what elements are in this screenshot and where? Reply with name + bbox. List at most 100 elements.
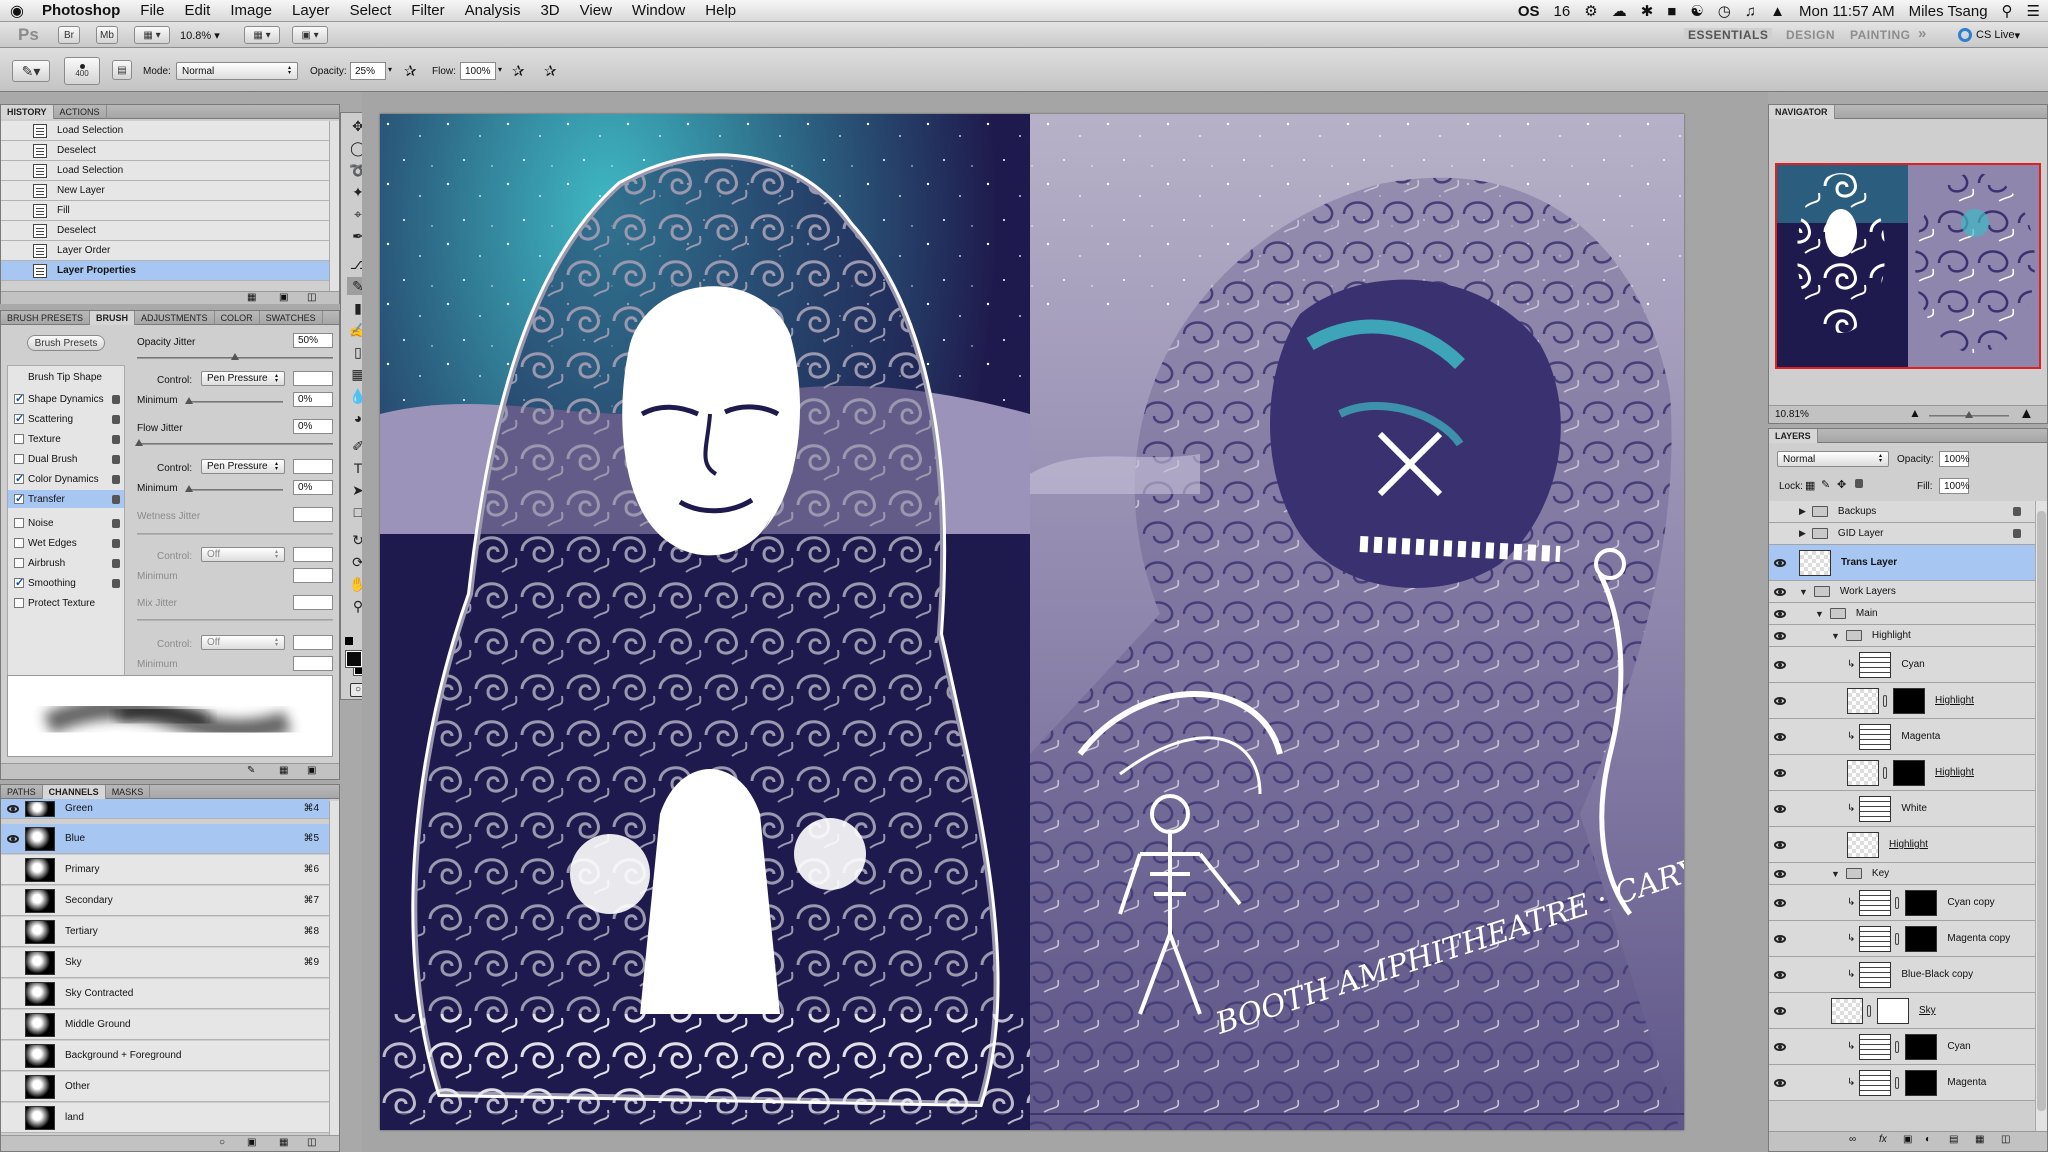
layer-mask-thumbnail[interactable] (1893, 687, 1925, 714)
brush-option-item[interactable]: Protect Texture (8, 594, 124, 612)
layer-name[interactable]: Cyan copy (1947, 897, 2035, 908)
layer-name[interactable]: Highlight (1889, 839, 2035, 850)
layer-visibility-toggle[interactable] (1769, 631, 1791, 640)
brush-option-checkbox[interactable] (14, 558, 24, 568)
layer-row[interactable]: ↳ Cyan copy (1769, 885, 2035, 921)
poster-artwork[interactable]: BOOTH AMPHITHEATRE · CARY NC · JUNE 15 2… (380, 114, 1684, 1130)
control-select-2[interactable]: Pen Pressure (201, 459, 285, 474)
save-selection-channel-icon[interactable]: ▣ (247, 1137, 256, 1148)
navigator-preview[interactable] (1775, 163, 2041, 369)
delete-layer-icon[interactable]: ◫ (2001, 1134, 2010, 1145)
bridge-button[interactable]: Br (58, 26, 80, 44)
minimum-slider-2[interactable] (185, 485, 283, 492)
mask-link-icon[interactable] (1883, 694, 1887, 707)
tab-masks[interactable]: MASKS (106, 785, 151, 799)
tab-paths[interactable]: PATHS (1, 785, 43, 799)
layer-name[interactable]: White (1901, 803, 2035, 814)
brush-option-checkbox[interactable] (14, 392, 24, 405)
layer-group-row[interactable]: ▼ Work Layers (1769, 581, 2035, 603)
mask-link-icon[interactable] (1895, 932, 1900, 945)
pressure-opacity-icon[interactable]: ✰ (404, 62, 417, 80)
control-select-1[interactable]: Pen Pressure (201, 371, 285, 386)
gear-icon[interactable]: ⚙ (1584, 2, 1597, 20)
layer-row[interactable]: Trans Layer (1769, 545, 2035, 581)
brush-option-item[interactable]: Shape Dynamics (8, 390, 124, 408)
layer-name[interactable]: GID Layer (1838, 528, 2013, 539)
mask-link-icon[interactable] (1895, 896, 1900, 909)
brush-option-checkbox[interactable] (14, 538, 24, 548)
opacity-jitter-slider[interactable] (137, 353, 333, 360)
airbrush-icon[interactable]: ✰ (512, 62, 525, 80)
menu-3d[interactable]: 3D (540, 2, 559, 19)
workspace-essentials[interactable]: ESSENTIALS (1684, 28, 1773, 42)
screen-mode-button[interactable]: ▣ ▾ (292, 26, 328, 44)
control-input-2[interactable] (293, 459, 333, 474)
link-layers-icon[interactable]: ∞ (1849, 1134, 1856, 1145)
new-layer-icon[interactable]: ▦ (1975, 1134, 1984, 1145)
layer-row[interactable]: ↳ Cyan (1769, 1029, 2035, 1065)
add-mask-icon[interactable]: ▣ (1903, 1134, 1912, 1145)
brush-option-checkbox[interactable] (14, 412, 24, 425)
brush-option-item[interactable]: Scattering (8, 410, 124, 428)
load-channel-selection-icon[interactable]: ○ (219, 1137, 225, 1148)
layer-mask-thumbnail[interactable] (1893, 759, 1925, 786)
list-icon[interactable]: ☰ (2027, 2, 2040, 20)
layer-blend-mode-select[interactable]: Normal (1777, 451, 1889, 467)
layer-name[interactable]: Sky (1919, 1005, 2035, 1016)
flow-jitter-slider[interactable] (135, 439, 333, 446)
clock-icon[interactable]: ◷ (1718, 2, 1731, 20)
status-count[interactable]: 16 (1554, 3, 1571, 20)
lock-icon[interactable] (112, 538, 120, 548)
layer-mask-thumbnail[interactable] (1905, 925, 1938, 952)
expand-arrow-icon[interactable]: ▼ (1831, 869, 1840, 879)
cloud-icon[interactable]: ☁ (1612, 2, 1627, 20)
tab-actions[interactable]: ACTIONS (54, 105, 107, 119)
channel-row[interactable]: land (1, 1103, 329, 1133)
menu-analysis[interactable]: Analysis (465, 2, 521, 19)
brush-option-checkbox[interactable] (14, 454, 24, 464)
lock-icon[interactable] (112, 414, 120, 424)
channel-row[interactable]: Background + Foreground (1, 1041, 329, 1071)
layer-visibility-toggle[interactable] (1769, 840, 1791, 849)
brush-option-item[interactable]: Smoothing (8, 574, 124, 592)
layer-row[interactable]: ↳ Magenta copy (1769, 921, 2035, 957)
layer-group-row[interactable]: ▼ Key (1769, 863, 2035, 885)
tab-swatches[interactable]: SWATCHES (260, 311, 323, 325)
channel-row[interactable]: Blue ⌘5 (1, 824, 329, 854)
layer-name[interactable]: Cyan (1901, 659, 2035, 670)
brush-option-checkbox[interactable] (14, 492, 24, 505)
layer-row[interactable]: ↳ Blue-Black copy (1769, 957, 2035, 993)
lock-position-icon[interactable]: ✥ (1837, 478, 1846, 491)
history-state[interactable]: New Layer (1, 181, 329, 201)
layer-visibility-toggle[interactable] (1769, 869, 1791, 878)
channel-row[interactable]: Other (1, 1072, 329, 1102)
brush-option-item[interactable]: Airbrush (8, 554, 124, 572)
tab-history[interactable]: HISTORY (1, 105, 54, 119)
status-os[interactable]: OS (1518, 3, 1540, 20)
minimum-slider-1[interactable] (185, 397, 283, 404)
lock-icon[interactable] (112, 494, 120, 504)
expand-arrow-icon[interactable]: ▶ (1799, 528, 1806, 539)
channels-scrollbar[interactable] (329, 801, 339, 1135)
menu-image[interactable]: Image (230, 2, 272, 19)
brush-option-checkbox[interactable] (14, 576, 24, 589)
document-canvas-area[interactable]: BOOTH AMPHITHEATRE · CARY NC · JUNE 15 2… (362, 92, 1768, 1152)
layer-mask-thumbnail[interactable] (1905, 1033, 1938, 1060)
new-group-icon[interactable]: ▤ (1949, 1134, 1958, 1145)
mask-link-icon[interactable] (1867, 1004, 1871, 1017)
layer-row[interactable]: Highlight (1769, 827, 2035, 863)
mask-link-icon[interactable] (1895, 1040, 1900, 1053)
tab-channels[interactable]: CHANNELS (42, 785, 106, 799)
brush-option-item[interactable]: Transfer (8, 490, 124, 508)
layer-visibility-toggle[interactable] (1769, 768, 1791, 777)
layer-mask-thumbnail[interactable] (1905, 889, 1938, 916)
history-state[interactable]: Layer Order (1, 241, 329, 261)
layer-name[interactable]: Key (1872, 868, 2035, 879)
menu-help[interactable]: Help (705, 2, 736, 19)
flow-jitter-thumb[interactable] (135, 439, 143, 446)
zoom-dropdown[interactable]: 10.8% ▾ (180, 29, 220, 42)
mask-link-icon[interactable] (1883, 766, 1887, 779)
brush-option-checkbox[interactable] (14, 434, 24, 444)
layer-visibility-toggle[interactable] (1769, 732, 1791, 741)
layer-name[interactable]: Blue-Black copy (1901, 969, 2035, 980)
